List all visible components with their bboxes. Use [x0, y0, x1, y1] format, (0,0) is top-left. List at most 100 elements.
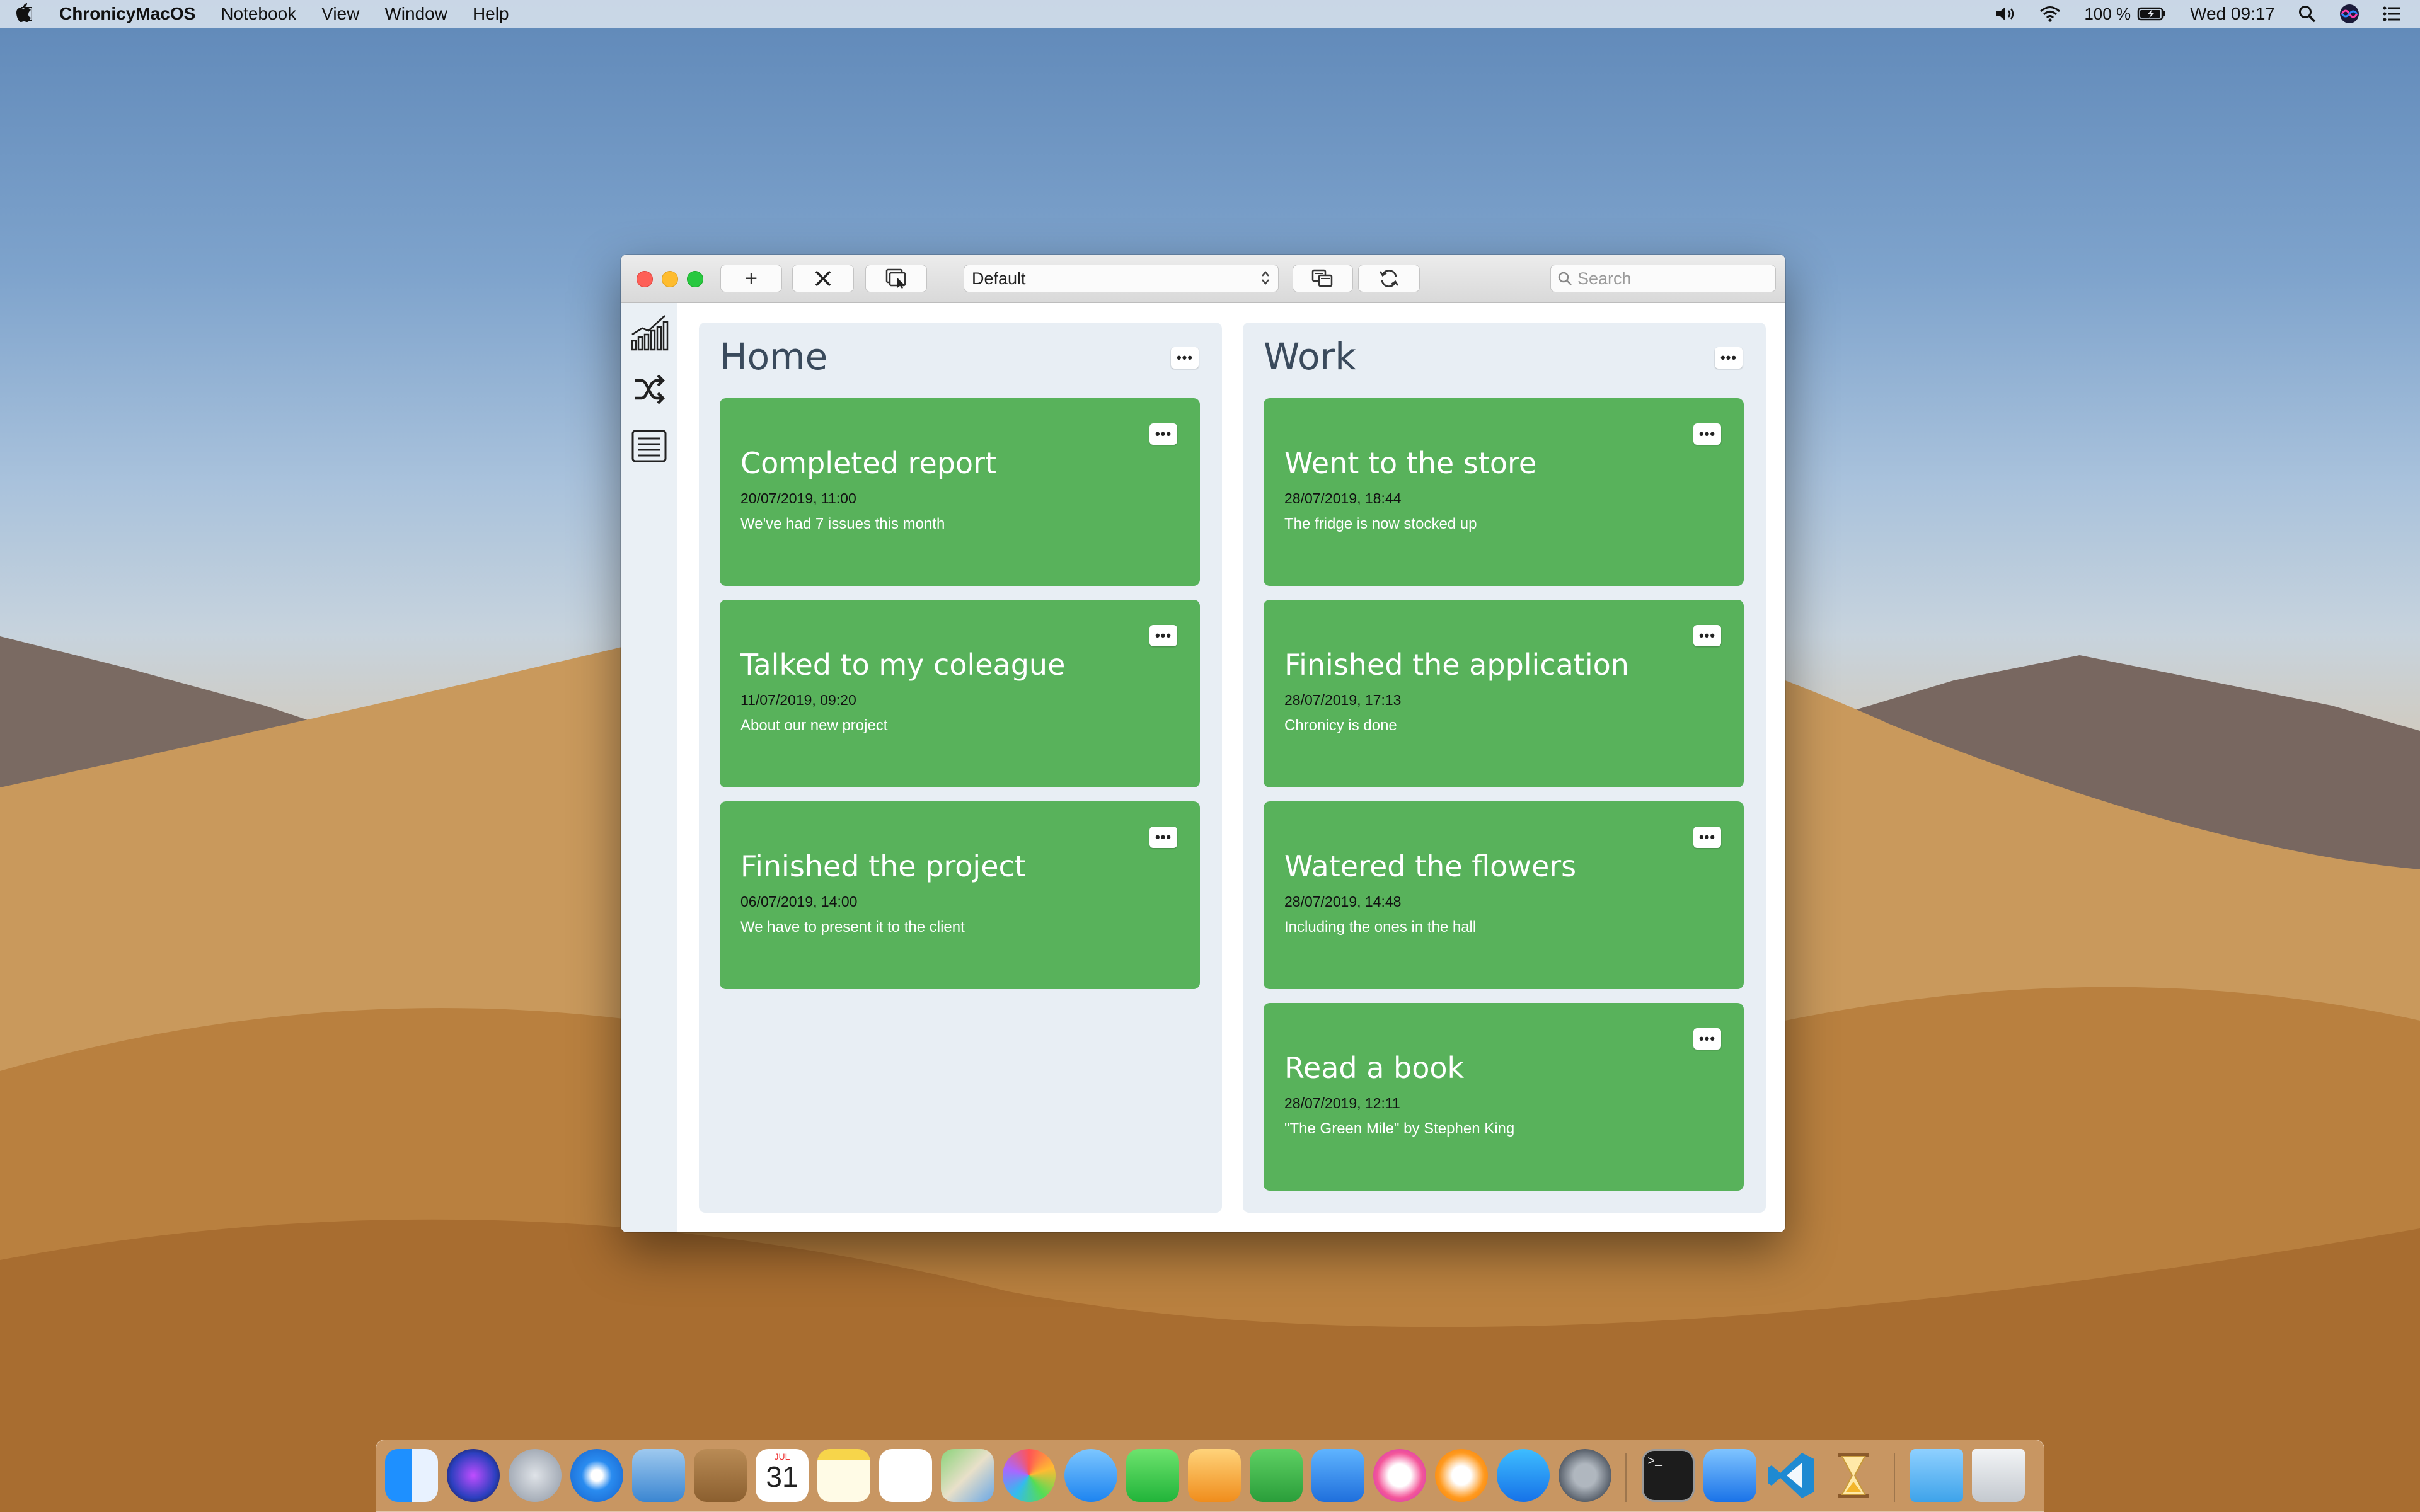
entry-date: 20/07/2019, 11:00 — [740, 490, 856, 507]
facetime-icon[interactable] — [1126, 1449, 1179, 1502]
entry-card[interactable]: Went to the store 28/07/2019, 18:44 The … — [1264, 398, 1744, 586]
notes-icon[interactable] — [817, 1449, 870, 1502]
entry-menu-button[interactable]: ••• — [1693, 1028, 1721, 1050]
app-menu[interactable]: ChronicyMacOS — [59, 4, 195, 24]
duplicate-icon — [1311, 269, 1333, 287]
entry-menu-button[interactable]: ••• — [1693, 423, 1721, 445]
siri-icon[interactable] — [2339, 4, 2360, 24]
close-icon — [815, 270, 831, 287]
finder-icon[interactable] — [385, 1449, 438, 1502]
volume-icon[interactable] — [1995, 5, 2016, 23]
entry-card[interactable]: Finished the application 28/07/2019, 17:… — [1264, 600, 1744, 788]
search-placeholder: Search — [1577, 268, 1632, 288]
entry-menu-button[interactable]: ••• — [1150, 423, 1177, 445]
trash-icon[interactable] — [1972, 1449, 2025, 1502]
entry-date: 28/07/2019, 18:44 — [1284, 490, 1402, 507]
siri-icon[interactable] — [447, 1449, 500, 1502]
clock[interactable]: Wed 09:17 — [2190, 4, 2275, 24]
app-store-icon[interactable] — [1497, 1449, 1550, 1502]
entry-description: Chronicy is done — [1284, 717, 1397, 734]
menu-window[interactable]: Window — [384, 4, 447, 24]
notification-center-icon[interactable] — [2382, 6, 2401, 22]
zoom-window-button[interactable] — [687, 271, 703, 287]
calendar-day: 31 — [766, 1460, 798, 1493]
chronicy-icon[interactable] — [1827, 1449, 1880, 1502]
calendar-month: JUL — [774, 1452, 790, 1462]
window-toolbar: + Default Search — [621, 255, 1785, 303]
entry-description: We've had 7 issues this month — [740, 515, 945, 532]
notebook-select[interactable]: Default — [964, 265, 1279, 292]
window-cursor-icon — [885, 268, 906, 289]
entry-description: "The Green Mile" by Stephen King — [1284, 1120, 1515, 1137]
entry-title: Finished the project — [740, 849, 1026, 883]
chart-icon — [631, 314, 669, 351]
delete-entry-button[interactable] — [792, 265, 854, 292]
photos-icon[interactable] — [1003, 1449, 1056, 1502]
entry-menu-button[interactable]: ••• — [1693, 827, 1721, 848]
entry-card[interactable]: Read a book 28/07/2019, 12:11 "The Green… — [1264, 1003, 1744, 1191]
entry-description: About our new project — [740, 717, 888, 734]
refresh-button[interactable] — [1358, 265, 1420, 292]
safari-icon[interactable] — [570, 1449, 623, 1502]
pages-icon[interactable] — [1188, 1449, 1241, 1502]
select-arrows-icon — [1260, 270, 1270, 288]
entry-card[interactable]: Talked to my coleague 11/07/2019, 09:20 … — [720, 600, 1200, 788]
sidebar — [621, 303, 677, 1232]
sidebar-item-random[interactable] — [630, 370, 669, 409]
entry-card[interactable]: Completed report 20/07/2019, 11:00 We've… — [720, 398, 1200, 586]
messages-icon[interactable] — [1064, 1449, 1117, 1502]
entry-title: Finished the application — [1284, 648, 1629, 682]
system-preferences-icon[interactable] — [1559, 1449, 1611, 1502]
mail-icon[interactable] — [632, 1449, 685, 1502]
entry-menu-button[interactable]: ••• — [1150, 827, 1177, 848]
wifi-icon[interactable] — [2039, 5, 2061, 23]
contacts-icon[interactable] — [694, 1449, 747, 1502]
duplicate-button[interactable] — [1293, 265, 1353, 292]
battery-percent: 100 % — [2084, 4, 2131, 23]
battery-icon[interactable] — [2137, 6, 2167, 22]
apple-logo-icon[interactable] — [15, 3, 34, 25]
launchpad-icon[interactable] — [509, 1449, 562, 1502]
entry-card[interactable]: Watered the flowers 28/07/2019, 14:48 In… — [1264, 801, 1744, 989]
maps-icon[interactable] — [941, 1449, 994, 1502]
entry-date: 28/07/2019, 12:11 — [1284, 1095, 1400, 1111]
vscode-icon[interactable] — [1765, 1449, 1818, 1502]
minimize-window-button[interactable] — [662, 271, 678, 287]
spotlight-icon[interactable] — [2298, 4, 2317, 23]
entry-date: 28/07/2019, 17:13 — [1284, 692, 1402, 708]
music-icon[interactable] — [1373, 1449, 1426, 1502]
entry-title: Watered the flowers — [1284, 849, 1577, 883]
reminders-icon[interactable] — [879, 1449, 932, 1502]
sidebar-item-list[interactable] — [630, 427, 669, 466]
menu-view[interactable]: View — [321, 4, 359, 24]
refresh-icon — [1379, 269, 1399, 288]
plus-icon: + — [745, 266, 758, 290]
entry-description: We have to present it to the client — [740, 919, 965, 936]
entry-date: 06/07/2019, 14:00 — [740, 893, 858, 910]
entry-date: 11/07/2019, 09:20 — [740, 692, 856, 708]
entry-menu-button[interactable]: ••• — [1693, 625, 1721, 646]
add-entry-button[interactable]: + — [720, 265, 782, 292]
menu-notebook[interactable]: Notebook — [221, 4, 296, 24]
dock-separator — [1625, 1453, 1627, 1502]
column-title: Home — [720, 335, 828, 378]
entry-menu-button[interactable]: ••• — [1150, 625, 1177, 646]
keynote-icon[interactable] — [1311, 1449, 1364, 1502]
entry-description: Including the ones in the hall — [1284, 919, 1477, 936]
numbers-icon[interactable] — [1250, 1449, 1303, 1502]
sidebar-item-stats[interactable] — [630, 313, 669, 352]
books-icon[interactable] — [1435, 1449, 1488, 1502]
downloads-icon[interactable] — [1910, 1449, 1963, 1502]
calendar-icon[interactable]: JUL 31 — [756, 1449, 809, 1502]
column-menu-button[interactable]: ••• — [1171, 347, 1199, 369]
search-field[interactable]: Search — [1550, 265, 1776, 292]
terminal-icon[interactable]: >_ — [1642, 1449, 1695, 1502]
menu-help[interactable]: Help — [473, 4, 509, 24]
column-menu-button[interactable]: ••• — [1715, 347, 1743, 369]
notebook-select-value: Default — [972, 268, 1026, 288]
xcode-icon[interactable] — [1703, 1449, 1756, 1502]
edit-window-button[interactable] — [865, 265, 927, 292]
close-window-button[interactable] — [637, 271, 653, 287]
entry-card[interactable]: Finished the project 06/07/2019, 14:00 W… — [720, 801, 1200, 989]
dock-separator — [1894, 1453, 1895, 1502]
